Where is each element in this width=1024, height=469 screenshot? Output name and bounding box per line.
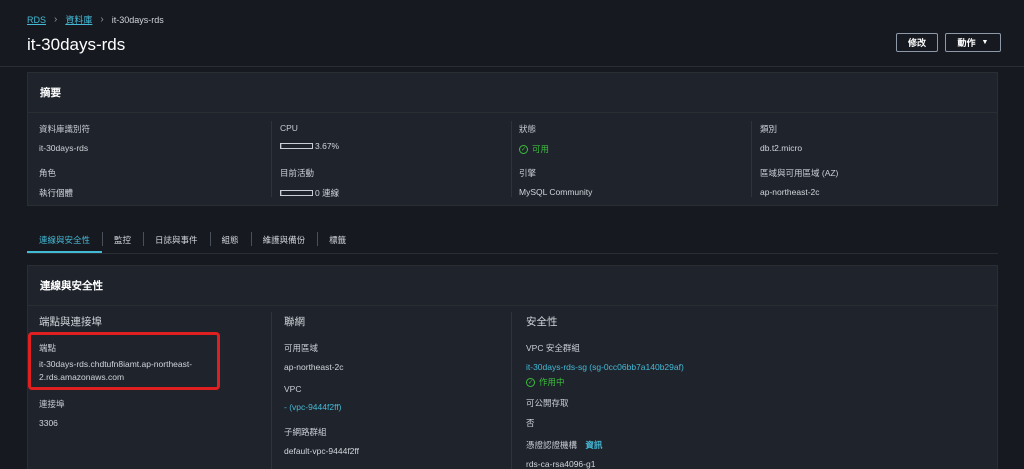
vpc: VPC - (vpc-9444f2ff) xyxy=(284,384,341,412)
status: 狀態 ✓ 可用 xyxy=(519,123,549,155)
sg-status: ✓ 作用中 xyxy=(526,376,684,388)
status-value: ✓ 可用 xyxy=(519,143,549,155)
networking-section: 聯網 xyxy=(284,314,305,329)
public-value: 否 xyxy=(526,418,535,428)
status-label: 狀態 xyxy=(519,124,537,134)
tab-tags[interactable]: 標籤 xyxy=(317,226,358,253)
caret-down-icon: ▼ xyxy=(981,39,989,46)
chevron-right-icon: › xyxy=(100,14,104,25)
connectivity-divider xyxy=(511,312,512,469)
sg-label: VPC 安全群組 xyxy=(526,343,580,353)
public-label: 可公開存取 xyxy=(526,398,569,408)
cpu-bar xyxy=(280,143,313,149)
ca-info-link[interactable]: 資訊 xyxy=(585,440,602,450)
summary-divider xyxy=(751,121,752,197)
security-section-title: 安全性 xyxy=(526,316,558,328)
engine-value: MySQL Community xyxy=(519,187,593,197)
connectivity-divider xyxy=(271,312,272,469)
role-value: 執行個體 xyxy=(39,188,74,198)
endpoint-port-section: 端點與連接埠 xyxy=(39,314,102,329)
engine: 引擎 MySQL Community xyxy=(519,167,592,197)
port-label: 連接埠 xyxy=(39,399,65,409)
check-circle-icon: ✓ xyxy=(519,144,528,154)
class-label: 類別 xyxy=(760,124,778,134)
summary-divider xyxy=(271,121,272,197)
class-value: db.t2.micro xyxy=(760,143,803,153)
page-title: it-30days-rds xyxy=(27,35,126,54)
security-group-link[interactable]: it-30days-rds-sg (sg-0cc06bb7a140b29af) xyxy=(526,362,684,372)
sg-status-text: 作用中 xyxy=(539,377,565,387)
cpu-bar-fill xyxy=(281,144,283,148)
vpc-security-groups: VPC 安全群組 it-30days-rds-sg (sg-0cc06bb7a1… xyxy=(526,342,684,388)
subnet-value: default-vpc-9444f2ff xyxy=(284,446,359,456)
tab-logs-events[interactable]: 日誌與事件 xyxy=(143,226,210,253)
summary-header: 摘要 xyxy=(28,73,997,113)
cpu-percent: 3.67% xyxy=(315,141,340,151)
actions-button-label: 動作 xyxy=(957,38,976,48)
summary-divider xyxy=(511,121,512,197)
vpc-link[interactable]: - (vpc-9444f2ff) xyxy=(284,402,341,412)
detail-tabs: 連線與安全性 監控 日誌與事件 組態 維護與備份 標籤 xyxy=(27,226,998,253)
cpu-label: CPU xyxy=(280,123,298,133)
cpu: CPU 3.67% xyxy=(280,123,339,151)
edit-button-label: 修改 xyxy=(907,38,926,48)
activity-label: 目前活動 xyxy=(280,168,315,178)
activity-bar-fill xyxy=(281,191,282,195)
connectivity-header: 連線與安全性 xyxy=(28,266,997,306)
breadcrumb-databases[interactable]: 資料庫 xyxy=(65,13,92,26)
az-label: 可用區域 xyxy=(284,343,319,353)
tab-configuration[interactable]: 組態 xyxy=(209,226,251,253)
actions-button[interactable]: 動作 ▼ xyxy=(945,33,1001,52)
region-label: 區域與可用區域 (AZ) xyxy=(760,168,839,178)
role: 角色 執行個體 xyxy=(39,167,73,199)
engine-label: 引擎 xyxy=(519,168,537,178)
breadcrumb: RDS › 資料庫 › it-30days-rds xyxy=(27,13,164,26)
header-divider xyxy=(0,66,1024,67)
az-value: ap-northeast-2c xyxy=(284,362,344,372)
ca-label: 憑證認證機構 xyxy=(526,440,578,450)
tabs-divider xyxy=(27,253,998,254)
role-label: 角色 xyxy=(39,168,57,178)
availability-zone: 可用區域 ap-northeast-2c xyxy=(284,342,344,372)
check-circle-icon: ✓ xyxy=(526,377,535,387)
current-activity: 目前活動 0 連線 xyxy=(280,167,339,199)
ca-value: rds-ca-rsa4096-g1 xyxy=(526,459,596,469)
class: 類別 db.t2.micro xyxy=(760,123,802,153)
breadcrumb-rds[interactable]: RDS xyxy=(27,15,46,25)
db-identifier: 資料庫識別符 it-30days-rds xyxy=(39,123,90,153)
port: 連接埠 3306 xyxy=(39,398,65,428)
cpu-value: 3.67% xyxy=(280,141,339,151)
chevron-right-icon: › xyxy=(54,14,58,25)
activity-bar xyxy=(280,190,313,196)
subnet-label: 子網路群組 xyxy=(284,427,327,437)
db-identifier-value: it-30days-rds xyxy=(39,143,89,153)
ca-label-row: 憑證認證機構 資訊 xyxy=(526,439,602,451)
vpc-label: VPC xyxy=(284,384,302,394)
certificate-authority: 憑證認證機構 資訊 rds-ca-rsa4096-g1 xyxy=(526,439,602,469)
tab-connectivity-security[interactable]: 連線與安全性 xyxy=(27,226,103,253)
networking-section-title: 聯網 xyxy=(284,316,305,328)
status-text: 可用 xyxy=(532,144,550,154)
publicly-accessible: 可公開存取 否 xyxy=(526,397,569,429)
edit-button[interactable]: 修改 xyxy=(896,33,938,52)
subnet-group: 子網路群組 default-vpc-9444f2ff xyxy=(284,426,359,456)
region-value: ap-northeast-2c xyxy=(760,187,820,197)
summary-panel: 摘要 資料庫識別符 it-30days-rds 角色 執行個體 CPU 3.67… xyxy=(27,72,998,206)
breadcrumb-current: it-30days-rds xyxy=(111,14,164,25)
security-section: 安全性 xyxy=(526,314,558,329)
activity-text: 0 連線 xyxy=(315,188,340,198)
region-az: 區域與可用區域 (AZ) ap-northeast-2c xyxy=(760,167,838,197)
activity-value: 0 連線 xyxy=(280,187,339,199)
tab-maintenance-backup[interactable]: 維護與備份 xyxy=(250,226,318,253)
endpoint-section-title: 端點與連接埠 xyxy=(39,316,102,328)
port-value: 3306 xyxy=(39,418,58,428)
endpoint-highlight-box xyxy=(28,332,220,390)
db-identifier-label: 資料庫識別符 xyxy=(39,124,91,134)
tab-monitoring[interactable]: 監控 xyxy=(102,226,143,253)
